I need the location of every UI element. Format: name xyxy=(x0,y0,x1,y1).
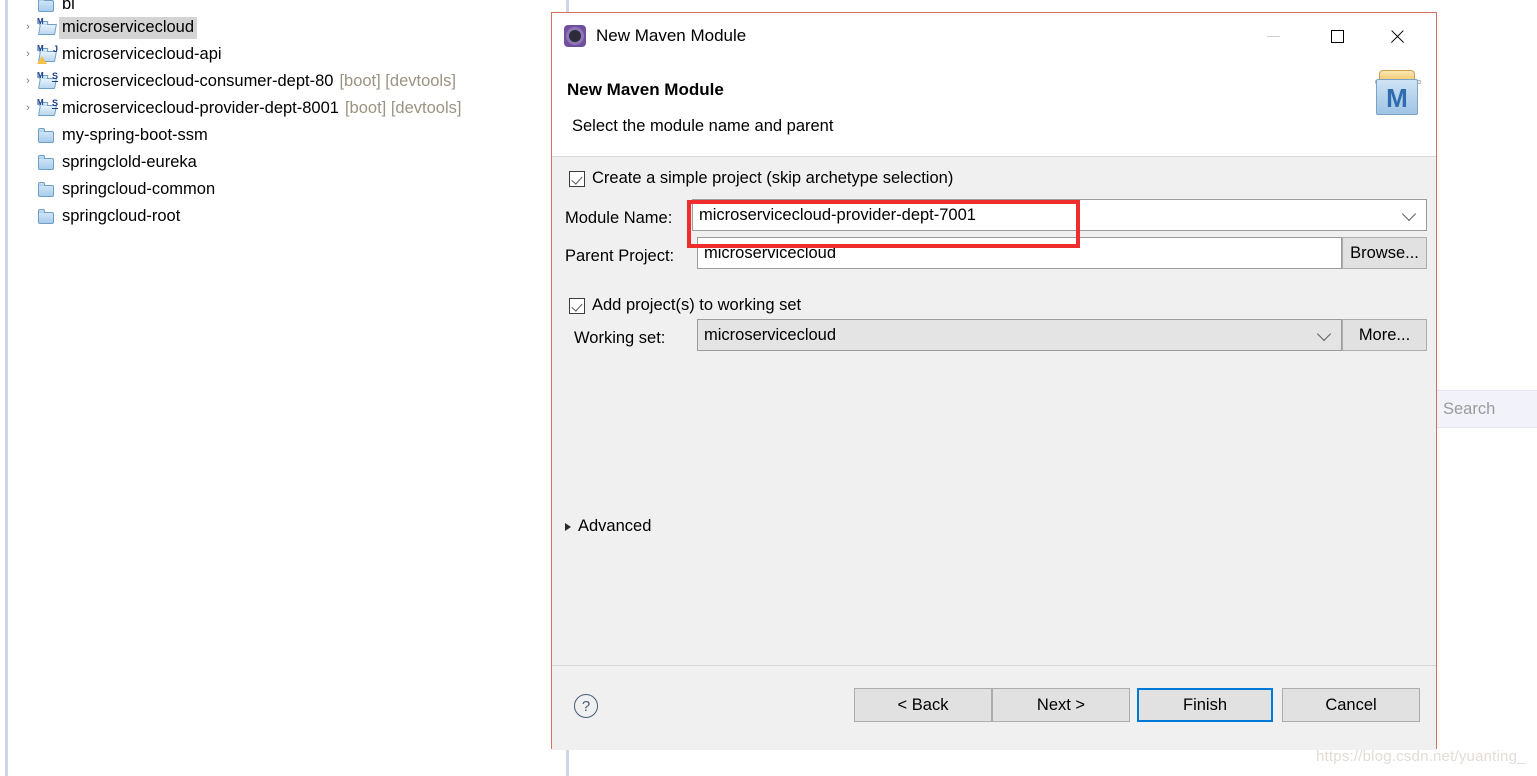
add-to-working-set-checkbox[interactable]: Add project(s) to working set xyxy=(569,296,801,315)
tree-expand-arrow[interactable]: › xyxy=(20,22,36,33)
module-name-value: microservicecloud-provider-dept-7001 xyxy=(699,205,976,224)
dialog-header: New Maven Module Select the module name … xyxy=(552,59,1436,157)
tree-expand-arrow: › xyxy=(20,211,36,222)
advanced-section-toggle[interactable]: Advanced xyxy=(565,517,651,536)
tree-expand-arrow[interactable]: › xyxy=(20,76,36,87)
dialog-window-title: New Maven Module xyxy=(596,26,747,45)
tree-item-bi[interactable]: › bi xyxy=(10,0,560,14)
minimize-icon xyxy=(1266,35,1280,37)
new-maven-module-dialog: New Maven Module New Maven Module Select… xyxy=(551,12,1437,750)
chevron-down-icon[interactable] xyxy=(1316,326,1332,342)
folder-icon xyxy=(36,127,57,145)
dialog-header-subtitle: Select the module name and parent xyxy=(572,117,834,135)
tree-item-springcloud-root[interactable]: › springcloud-root xyxy=(10,203,560,230)
working-set-dropdown[interactable]: microservicecloud xyxy=(697,319,1342,351)
tree-item-label: springcloud-common xyxy=(62,180,216,198)
tree-item-springclold-eureka[interactable]: › springclold-eureka xyxy=(10,149,560,176)
tree-item-suffix: [boot] [devtools] xyxy=(339,72,456,90)
tree-item-label: microservicecloud-consumer-dept-80 xyxy=(62,72,334,90)
module-name-label: Module Name: xyxy=(565,209,673,227)
tree-item-label: microservicecloud xyxy=(62,17,195,36)
maven-project-icon: M xyxy=(36,17,57,37)
dialog-body: Create a simple project (skip archetype … xyxy=(552,157,1436,666)
maven-spring-project-icon: MS xyxy=(36,71,58,91)
maven-spring-project-icon: MS xyxy=(36,98,58,118)
tree-expand-arrow: › xyxy=(20,3,36,14)
folder-icon xyxy=(36,208,57,226)
more-button[interactable]: More... xyxy=(1342,319,1427,351)
tree-item-label: my-spring-boot-ssm xyxy=(62,126,208,144)
dialog-footer: ? < Back Next > Finish Cancel xyxy=(552,666,1436,750)
create-simple-project-label: Create a simple project (skip archetype … xyxy=(592,169,954,187)
pane-divider-left[interactable] xyxy=(5,0,8,776)
folder-icon xyxy=(36,181,57,199)
tree-item-suffix: [boot] [devtools] xyxy=(344,99,462,117)
chevron-down-icon[interactable] xyxy=(1401,206,1417,222)
maven-java-project-icon: MJ xyxy=(36,44,58,64)
tree-item-label: microservicecloud-api xyxy=(62,45,222,63)
tree-item-label: bi xyxy=(62,0,75,13)
dialog-titlebar[interactable]: New Maven Module xyxy=(552,13,1436,59)
tree-item-label: microservicecloud-provider-dept-8001 xyxy=(62,99,339,117)
maximize-button[interactable] xyxy=(1314,13,1360,59)
maximize-icon xyxy=(1330,29,1344,43)
checkbox-checked-icon xyxy=(569,170,585,187)
back-button[interactable]: < Back xyxy=(854,688,992,722)
tree-item-microservicecloud-consumer-dept-80[interactable]: › MS microservicecloud-consumer-dept-80 … xyxy=(10,68,560,95)
close-icon xyxy=(1389,28,1405,44)
tree-item-microservicecloud[interactable]: › M microservicecloud xyxy=(10,14,560,41)
maven-module-icon: M xyxy=(1372,67,1424,115)
triangle-right-icon xyxy=(565,522,571,531)
package-explorer-tree[interactable]: › bi › M microservicecloud › MJ microser… xyxy=(10,0,560,776)
tree-expand-arrow[interactable]: › xyxy=(20,49,36,60)
advanced-label: Advanced xyxy=(578,517,652,535)
minimize-button[interactable] xyxy=(1250,13,1296,59)
maven-gear-icon xyxy=(564,25,586,47)
dialog-header-title: New Maven Module xyxy=(567,80,724,99)
parent-project-value: microservicecloud xyxy=(704,243,837,262)
tree-item-microservicecloud-provider-dept-8001[interactable]: › MS microservicecloud-provider-dept-800… xyxy=(10,95,560,122)
working-set-value: microservicecloud xyxy=(704,325,837,344)
folder-icon xyxy=(36,154,57,172)
help-icon[interactable]: ? xyxy=(574,694,598,718)
tree-expand-arrow: › xyxy=(20,157,36,168)
cancel-button[interactable]: Cancel xyxy=(1282,688,1420,722)
parent-project-label: Parent Project: xyxy=(565,247,675,265)
tree-item-my-spring-boot-ssm[interactable]: › my-spring-boot-ssm xyxy=(10,122,560,149)
tree-item-label: springcloud-root xyxy=(62,207,181,225)
tree-item-microservicecloud-api[interactable]: › MJ microservicecloud-api xyxy=(10,41,560,68)
maven-logo-letter: M xyxy=(1386,83,1408,113)
help-glyph: ? xyxy=(581,697,591,715)
parent-project-field[interactable]: microservicecloud xyxy=(697,237,1342,269)
tree-expand-arrow: › xyxy=(20,130,36,141)
browse-button[interactable]: Browse... xyxy=(1342,237,1427,269)
search-placeholder: Search xyxy=(1443,399,1496,418)
create-simple-project-checkbox[interactable]: Create a simple project (skip archetype … xyxy=(569,169,953,188)
close-button[interactable] xyxy=(1374,13,1420,59)
watermark-text: https://blog.csdn.net/yuanting_ xyxy=(1316,748,1526,765)
module-name-field[interactable]: microservicecloud-provider-dept-7001 xyxy=(692,199,1427,231)
next-button[interactable]: Next > xyxy=(992,688,1130,722)
checkbox-checked-icon xyxy=(569,297,585,314)
working-set-label: Working set: xyxy=(574,329,666,347)
add-to-working-set-label: Add project(s) to working set xyxy=(592,296,802,314)
finish-button[interactable]: Finish xyxy=(1137,688,1273,722)
tree-expand-arrow[interactable]: › xyxy=(20,103,36,114)
search-input[interactable]: Search xyxy=(1437,390,1537,428)
tree-expand-arrow: › xyxy=(20,184,36,195)
folder-icon xyxy=(36,0,57,14)
tree-item-springcloud-common[interactable]: › springcloud-common xyxy=(10,176,560,203)
tree-item-label: springclold-eureka xyxy=(62,153,197,171)
